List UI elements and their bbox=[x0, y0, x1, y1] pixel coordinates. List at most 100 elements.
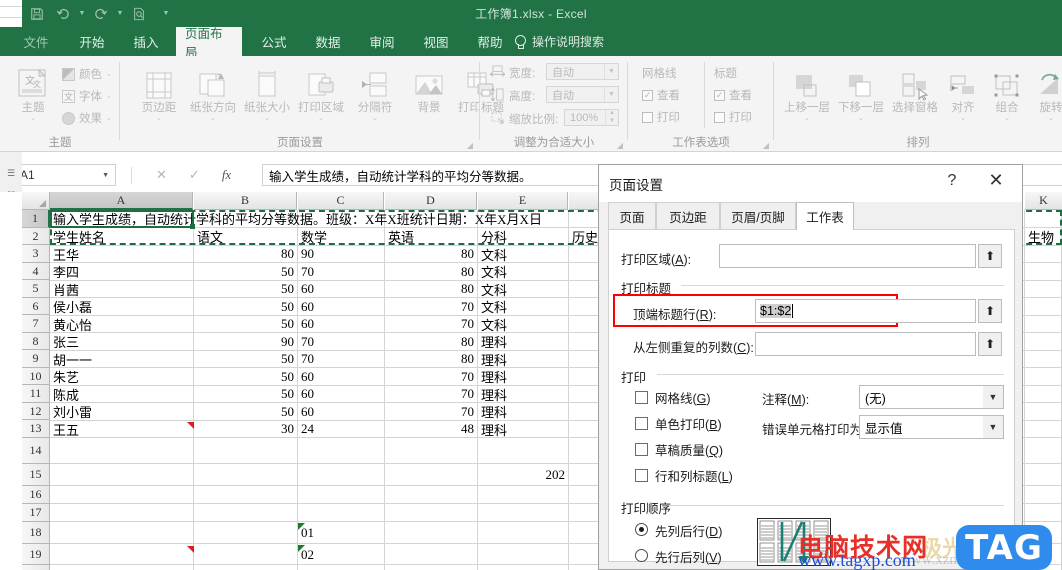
cell-C10[interactable]: 60 bbox=[298, 368, 384, 385]
orientation-button[interactable]: 纸张方向 ⌄ bbox=[186, 62, 240, 123]
scale-spinner[interactable]: 100% ▲ ▼ bbox=[564, 109, 619, 126]
size-button[interactable]: 纸张大小 ⌄ bbox=[240, 62, 294, 123]
cell-C18[interactable]: 01 bbox=[298, 523, 384, 543]
cell-A2[interactable]: 学生姓名 bbox=[50, 228, 193, 245]
row-header-13[interactable]: 13 bbox=[22, 420, 50, 438]
height-select[interactable]: 自动 ▼ bbox=[546, 86, 619, 103]
row-header-20[interactable]: 20 bbox=[22, 565, 50, 570]
margins-button[interactable]: 页边距 ⌄ bbox=[132, 62, 186, 123]
cell-C13[interactable]: 24 bbox=[298, 421, 384, 437]
cell-A5[interactable]: 肖茜 bbox=[50, 281, 193, 298]
cell-B4[interactable]: 50 bbox=[194, 263, 297, 280]
cell-A7[interactable]: 黄心怡 bbox=[50, 316, 193, 333]
cancel-icon[interactable]: ✕ bbox=[156, 167, 167, 183]
cell-C2[interactable]: 数学 bbox=[298, 228, 384, 245]
cell-E13[interactable]: 理科 bbox=[478, 421, 568, 438]
cell-E8[interactable]: 理科 bbox=[478, 333, 568, 350]
cell-E15[interactable]: 202 bbox=[478, 465, 568, 485]
row-header-4[interactable]: 4 bbox=[22, 263, 50, 280]
cell-D9[interactable]: 80 bbox=[385, 351, 477, 367]
size-caret-icon[interactable]: ⌄ bbox=[240, 115, 294, 123]
effects-caret-icon[interactable]: ⌄ bbox=[106, 114, 112, 122]
cell-D7[interactable]: 70 bbox=[385, 316, 477, 332]
tell-me-box[interactable]: 操作说明搜索 bbox=[514, 27, 604, 56]
cell-A9[interactable]: 胡一一 bbox=[50, 351, 193, 368]
cell-B10[interactable]: 50 bbox=[194, 368, 297, 385]
print-area-input[interactable] bbox=[719, 244, 976, 268]
black-white-checkbox[interactable] bbox=[635, 417, 648, 430]
cell-C7[interactable]: 60 bbox=[298, 316, 384, 332]
cell-B5[interactable]: 50 bbox=[194, 281, 297, 297]
align-caret-icon[interactable]: ⌄ bbox=[942, 115, 984, 123]
row-header-18[interactable]: 18 bbox=[22, 522, 50, 544]
page-setup-dialog[interactable]: 页面设置 ? ✕ 页面 页边距 页眉/页脚 工作表 打印区域(A): ⬆ 打印标… bbox=[598, 164, 1023, 570]
send-backward-button[interactable]: 下移一层 ⌄ bbox=[834, 62, 888, 123]
draft-quality-checkbox[interactable] bbox=[635, 443, 648, 456]
orientation-caret-icon[interactable]: ⌄ bbox=[186, 115, 240, 123]
cell-C4[interactable]: 70 bbox=[298, 263, 384, 280]
redo-dropdown-icon[interactable]: ▼ bbox=[114, 0, 126, 27]
redo-icon[interactable] bbox=[88, 0, 114, 27]
cell-A20[interactable]: SUMMARY OUTPUT bbox=[50, 566, 193, 570]
cell-B7[interactable]: 50 bbox=[194, 316, 297, 332]
down-then-over-radio[interactable] bbox=[635, 523, 648, 536]
cell-D6[interactable]: 70 bbox=[385, 298, 477, 315]
cell-D4[interactable]: 80 bbox=[385, 263, 477, 280]
cell-E10[interactable]: 理科 bbox=[478, 368, 568, 385]
width-select[interactable]: 自动 ▼ bbox=[546, 63, 619, 80]
rotate-button[interactable]: 旋转 ⌄ bbox=[1030, 62, 1062, 123]
align-button[interactable]: 对齐 ⌄ bbox=[942, 62, 984, 123]
cell-C9[interactable]: 70 bbox=[298, 351, 384, 367]
group-button[interactable]: 组合 ⌄ bbox=[986, 62, 1028, 123]
cell-B8[interactable]: 90 bbox=[194, 333, 297, 350]
cell-A4[interactable]: 李四 bbox=[50, 263, 193, 280]
dialog-tab-margins[interactable]: 页边距 bbox=[656, 202, 720, 229]
customize-qat-icon[interactable]: ▼ bbox=[160, 0, 172, 27]
rows-to-repeat-range-picker-icon[interactable]: ⬆ bbox=[978, 299, 1002, 323]
cell-A10[interactable]: 朱艺 bbox=[50, 368, 193, 385]
column-header-D[interactable]: D bbox=[385, 192, 477, 210]
scale-spin-icon[interactable]: ▲ ▼ bbox=[605, 110, 618, 125]
cell-E5[interactable]: 文科 bbox=[478, 281, 568, 298]
comments-select[interactable]: (无) ▼ bbox=[859, 385, 1004, 409]
tab-home[interactable]: 开始 bbox=[70, 27, 114, 56]
undo-dropdown-icon[interactable]: ▼ bbox=[76, 0, 88, 27]
group-caret-icon[interactable]: ⌄ bbox=[986, 115, 1028, 123]
tab-formulas[interactable]: 公式 bbox=[252, 27, 296, 56]
cols-to-repeat-range-picker-icon[interactable]: ⬆ bbox=[978, 332, 1002, 356]
theme-caret-icon[interactable]: ⌄ bbox=[6, 115, 60, 123]
column-header-B[interactable]: B bbox=[194, 192, 297, 210]
row-header-2[interactable]: 2 bbox=[22, 228, 50, 245]
row-header-10[interactable]: 10 bbox=[22, 368, 50, 385]
cell-D11[interactable]: 70 bbox=[385, 386, 477, 402]
chevron-down-icon[interactable]: ▼ bbox=[983, 416, 1003, 438]
theme-effects-button[interactable]: 效果 ⌄ bbox=[62, 110, 112, 126]
print-area-button[interactable]: 打印区域 ⌄ bbox=[294, 62, 348, 123]
cell-D12[interactable]: 70 bbox=[385, 403, 477, 420]
cell-E2[interactable]: 分科 bbox=[478, 228, 568, 245]
confirm-icon[interactable]: ✓ bbox=[189, 167, 200, 183]
selection-pane-button[interactable]: 选择窗格 bbox=[888, 62, 942, 115]
cell-A8[interactable]: 张三 bbox=[50, 333, 193, 350]
gridlines-view-checkbox[interactable]: ✓ 查看 bbox=[642, 87, 680, 103]
cell-B3[interactable]: 80 bbox=[194, 246, 297, 262]
help-icon[interactable]: ? bbox=[940, 172, 964, 190]
tab-help[interactable]: 帮助 bbox=[468, 27, 512, 56]
row-header-9[interactable]: 9 bbox=[22, 350, 50, 368]
column-header-E[interactable]: E bbox=[478, 192, 568, 210]
cell-C6[interactable]: 60 bbox=[298, 298, 384, 315]
page-setup-dialog-launcher-icon[interactable]: ◢ bbox=[467, 141, 473, 150]
cell-E9[interactable]: 理科 bbox=[478, 351, 568, 368]
dialog-tab-sheet[interactable]: 工作表 bbox=[796, 202, 854, 230]
theme-button[interactable]: 文文 主题 ⌄ bbox=[6, 62, 60, 123]
row-header-6[interactable]: 6 bbox=[22, 298, 50, 315]
cell-D3[interactable]: 80 bbox=[385, 246, 477, 262]
save-icon[interactable] bbox=[24, 0, 50, 27]
insert-function-icon[interactable]: fx bbox=[222, 167, 231, 183]
tab-review[interactable]: 审阅 bbox=[360, 27, 404, 56]
column-header-K[interactable]: K bbox=[1025, 192, 1062, 210]
print-preview-icon[interactable] bbox=[126, 0, 152, 27]
cell-E4[interactable]: 文科 bbox=[478, 263, 568, 280]
cell-B13[interactable]: 30 bbox=[194, 421, 297, 437]
row-header-3[interactable]: 3 bbox=[22, 245, 50, 263]
